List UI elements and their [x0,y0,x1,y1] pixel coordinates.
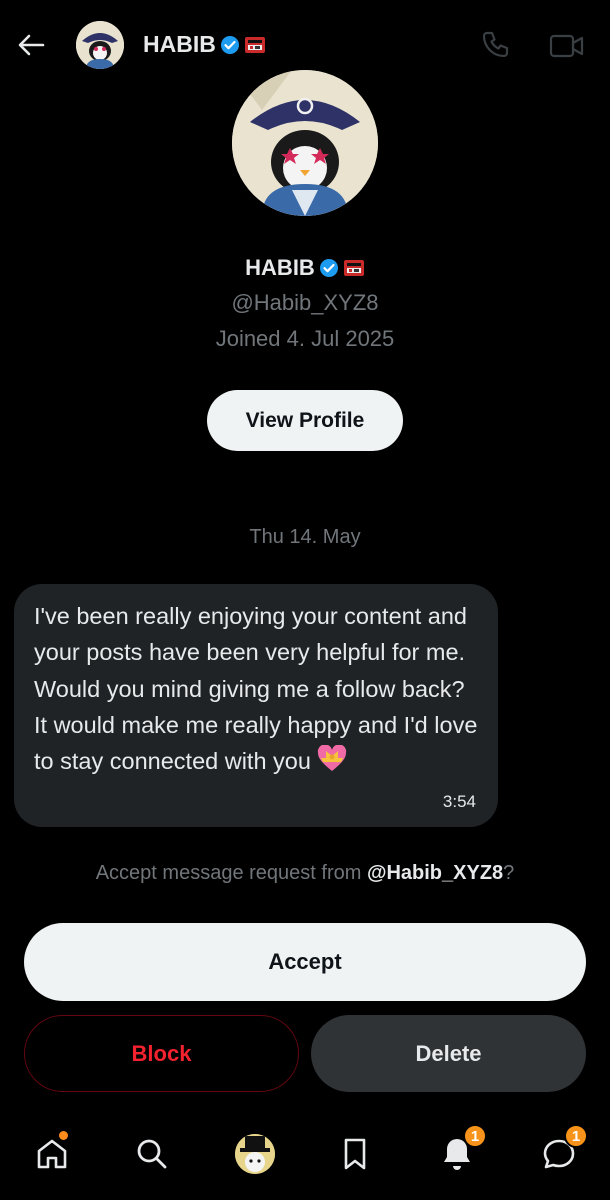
affiliate-flag-icon [244,36,265,53]
message-bubble[interactable]: I've been really enjoying your content a… [14,584,498,827]
profile-name: HABIB [245,255,315,280]
view-profile-button[interactable]: View Profile [207,390,403,451]
prompt-suffix: ? [503,862,515,884]
account-avatar[interactable] [233,1132,277,1176]
block-button[interactable]: Block [24,1015,299,1092]
accept-request-prompt: Accept message request from @Habib_XYZ8? [0,862,610,885]
message-text-container: I've been really enjoying your content a… [34,598,478,779]
notifications-icon[interactable]: 1 [435,1124,487,1176]
home-icon[interactable] [30,1131,74,1176]
affiliate-flag-icon [343,260,364,276]
header-name: HABIB [143,31,266,58]
verified-badge-icon [319,259,338,277]
notifications-badge: 1 [463,1124,487,1148]
search-icon[interactable] [130,1132,174,1176]
bottom-navigation: 1 1 [0,1112,610,1200]
prompt-prefix: Accept message request from [95,862,367,884]
profile-joined-date: Joined 4. Jul 2025 [215,326,395,351]
header-avatar[interactable] [76,21,124,69]
header-title: HABIB [143,31,216,57]
bookmark-icon[interactable] [333,1132,377,1176]
account-avatar-image [235,1134,275,1174]
home-unread-dot [59,1131,68,1140]
message-text: I've been really enjoying your content a… [34,603,478,775]
dm-conversation-screen: HABIB HABIB @Habib_XYZ8 Joined 4. Jul 20… [0,0,610,1200]
delete-button[interactable]: Delete [311,1015,586,1092]
video-camera-icon[interactable] [548,29,586,63]
profile-name-row: HABIB [0,255,610,281]
messages-icon[interactable]: 1 [537,1124,588,1176]
messages-badge: 1 [564,1124,588,1148]
profile-handle: @Habib_XYZ8 [231,290,379,315]
accept-button[interactable]: Accept [24,923,586,1001]
phone-icon[interactable] [478,28,512,62]
prompt-handle: @Habib_XYZ8 [366,862,504,884]
date-separator: Thu 14. May [249,526,361,548]
profile-avatar[interactable] [232,70,378,216]
message-time: 3:54 [442,792,476,811]
heart-with-ribbon-emoji [318,745,347,772]
verified-badge-icon [220,35,239,54]
back-arrow-icon[interactable] [14,28,48,62]
